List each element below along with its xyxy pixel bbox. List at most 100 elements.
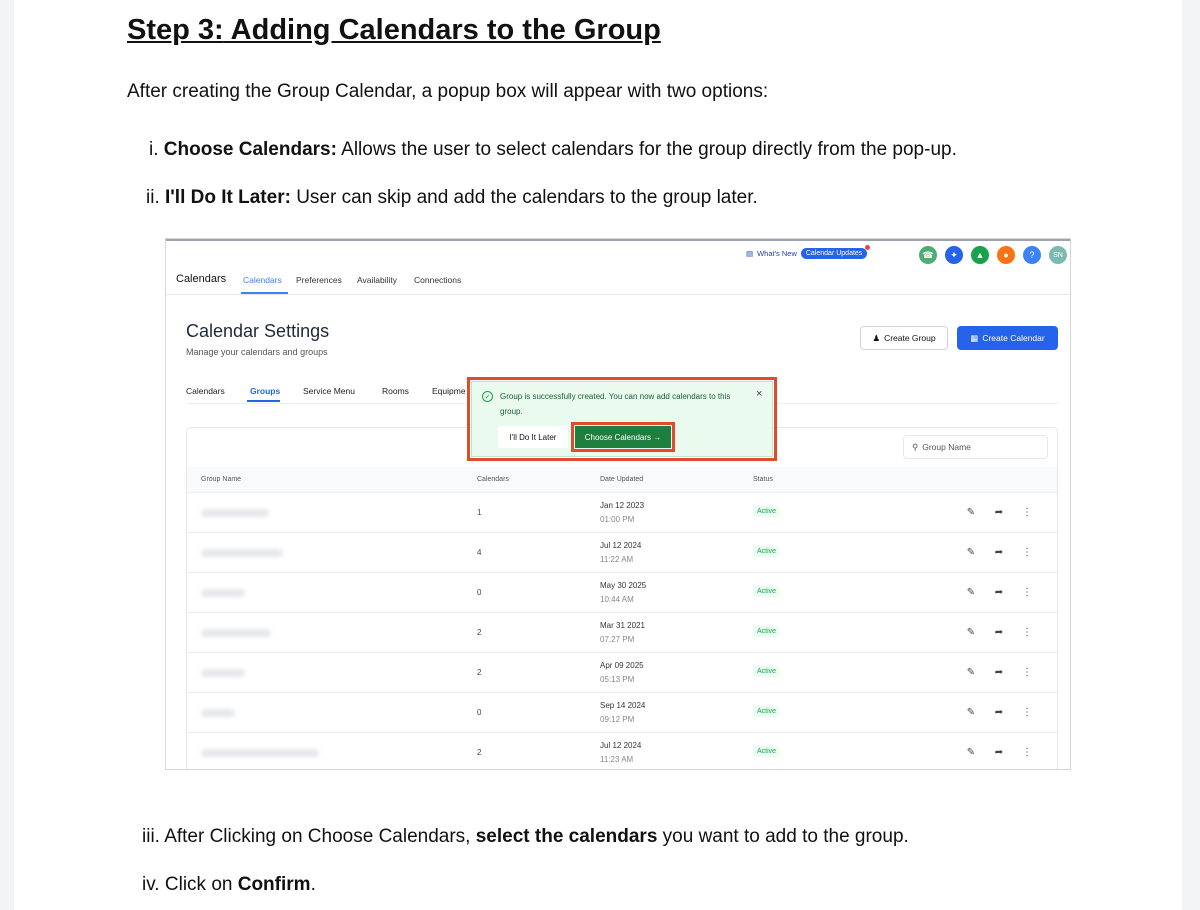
magic-icon[interactable]: ✦ [945, 246, 963, 264]
edit-icon[interactable]: ✎ [965, 545, 977, 559]
status-badge: Active [753, 706, 781, 717]
status-badge: Active [753, 506, 781, 517]
edit-icon[interactable]: ✎ [965, 505, 977, 519]
nav-tab-calendars[interactable]: Calendars [243, 275, 282, 285]
blurred-group-name [201, 549, 283, 557]
more-icon[interactable]: ⋮ [1021, 705, 1033, 719]
list-item: iv. Click on Confirm. [142, 874, 316, 895]
date-updated: Jan 12 2023 [600, 501, 645, 510]
subtab-service-menu[interactable]: Service Menu [303, 386, 355, 396]
calendars-count: 4 [477, 548, 482, 557]
time-updated: 09:12 PM [600, 715, 635, 724]
blurred-group-name [201, 589, 245, 597]
success-toast: ✓ Group is successfully created. You can… [471, 381, 773, 457]
share-icon[interactable]: ➦ [993, 705, 1005, 719]
share-icon[interactable]: ➦ [993, 545, 1005, 559]
do-it-later-button[interactable]: I'll Do It Later [498, 426, 568, 448]
table-row[interactable]: 0 Sep 14 2024 09:12 PM Active ✎ ➦ ⋮ [187, 693, 1057, 733]
date-updated: Jul 12 2024 [600, 741, 642, 750]
blurred-group-name [201, 629, 271, 637]
phone-icon[interactable]: ☎ [919, 246, 937, 264]
nav-tab-availability[interactable]: Availability [357, 275, 397, 285]
table-row[interactable]: 0 May 30 2025 10:44 AM Active ✎ ➦ ⋮ [187, 573, 1057, 613]
table-row[interactable]: 2 Apr 09 2025 05:13 PM Active ✎ ➦ ⋮ [187, 653, 1057, 693]
app-title: Calendars [176, 273, 227, 285]
calendar-updates-pill[interactable]: Calendar Updates [800, 245, 871, 259]
create-calendar-button[interactable]: ▦ Create Calendar [957, 326, 1058, 350]
status-badge: Active [753, 666, 781, 677]
megaphone-icon[interactable]: ▲ [971, 246, 989, 264]
add-user-icon: ♟ [872, 332, 881, 343]
subtab-groups[interactable]: Groups [250, 386, 280, 396]
more-icon[interactable]: ⋮ [1021, 665, 1033, 679]
nav-tab-connections[interactable]: Connections [414, 275, 461, 285]
share-icon[interactable]: ➦ [993, 745, 1005, 759]
calendars-count: 0 [477, 708, 482, 717]
check-circle-icon: ✓ [482, 391, 493, 402]
time-updated: 05:13 PM [600, 675, 635, 684]
step-heading: Step 3: Adding Calendars to the Group [127, 14, 661, 46]
subtab-calendars[interactable]: Calendars [186, 386, 225, 396]
active-tab-underline [241, 292, 288, 294]
table-row[interactable]: 4 Jul 12 2024 11:22 AM Active ✎ ➦ ⋮ [187, 533, 1057, 573]
column-header: Group Name [201, 476, 242, 483]
blurred-group-name [201, 749, 319, 757]
list-item: iii. After Clicking on Choose Calendars,… [142, 826, 909, 847]
more-icon[interactable]: ⋮ [1021, 745, 1033, 759]
table-row[interactable]: 1 Jan 12 2023 01:00 PM Active ✎ ➦ ⋮ [187, 493, 1057, 533]
blurred-group-name [201, 669, 245, 677]
nav-tab-preferences[interactable]: Preferences [296, 275, 342, 285]
subtab-equipment[interactable]: Equipme [432, 386, 466, 396]
group-search-input[interactable]: ⚲ Group Name [903, 435, 1048, 459]
close-icon[interactable]: × [756, 388, 762, 400]
edit-icon[interactable]: ✎ [965, 665, 977, 679]
avatar[interactable]: SN [1049, 246, 1067, 264]
table-row[interactable]: 2 Mar 31 2021 07:27 PM Active ✎ ➦ ⋮ [187, 613, 1057, 653]
edit-icon[interactable]: ✎ [965, 625, 977, 639]
create-group-button[interactable]: ♟ Create Group [860, 326, 948, 350]
date-updated: Mar 31 2021 [600, 621, 645, 630]
share-icon[interactable]: ➦ [993, 505, 1005, 519]
calendars-count: 0 [477, 588, 482, 597]
table-row[interactable]: 2 Jul 12 2024 11:23 AM Active ✎ ➦ ⋮ [187, 733, 1057, 769]
share-icon[interactable]: ➦ [993, 665, 1005, 679]
intro-paragraph: After creating the Group Calendar, a pop… [127, 81, 769, 102]
edit-icon[interactable]: ✎ [965, 705, 977, 719]
help-icon[interactable]: ? [1023, 246, 1041, 264]
column-header: Date Updated [600, 476, 644, 483]
search-icon: ⚲ [912, 441, 919, 452]
table-header: Group Name Calendars Date Updated Status [187, 467, 1057, 493]
status-badge: Active [753, 626, 781, 637]
status-badge: Active [753, 746, 781, 757]
column-header: Status [753, 476, 773, 483]
date-updated: Apr 09 2025 [600, 661, 644, 670]
more-icon[interactable]: ⋮ [1021, 505, 1033, 519]
active-subtab-underline [247, 400, 280, 402]
edit-icon[interactable]: ✎ [965, 585, 977, 599]
choose-calendars-button[interactable]: Choose Calendars → [575, 426, 671, 448]
more-icon[interactable]: ⋮ [1021, 545, 1033, 559]
bell-icon[interactable]: ● [997, 246, 1015, 264]
share-icon[interactable]: ➦ [993, 585, 1005, 599]
megaphone-icon: ▤ [746, 249, 754, 258]
edit-icon[interactable]: ✎ [965, 745, 977, 759]
share-icon[interactable]: ➦ [993, 625, 1005, 639]
blurred-group-name [201, 709, 235, 717]
whats-new[interactable]: ▤ What's New Calendar Updates [746, 245, 871, 259]
more-icon[interactable]: ⋮ [1021, 625, 1033, 639]
date-updated: May 30 2025 [600, 581, 647, 590]
page-title: Calendar Settings [186, 321, 330, 341]
column-header: Calendars [477, 476, 509, 483]
time-updated: 10:44 AM [600, 595, 634, 604]
more-icon[interactable]: ⋮ [1021, 585, 1033, 599]
calendars-count: 2 [477, 628, 482, 637]
list-item: i. Choose Calendars: Allows the user to … [149, 139, 957, 160]
subtab-rooms[interactable]: Rooms [382, 386, 409, 396]
page-subtitle: Manage your calendars and groups [186, 347, 328, 357]
calendars-count: 2 [477, 748, 482, 757]
status-badge: Active [753, 586, 781, 597]
time-updated: 11:23 AM [600, 755, 634, 764]
notification-dot [865, 245, 871, 250]
status-badge: Active [753, 546, 781, 557]
calendars-count: 1 [477, 508, 482, 517]
